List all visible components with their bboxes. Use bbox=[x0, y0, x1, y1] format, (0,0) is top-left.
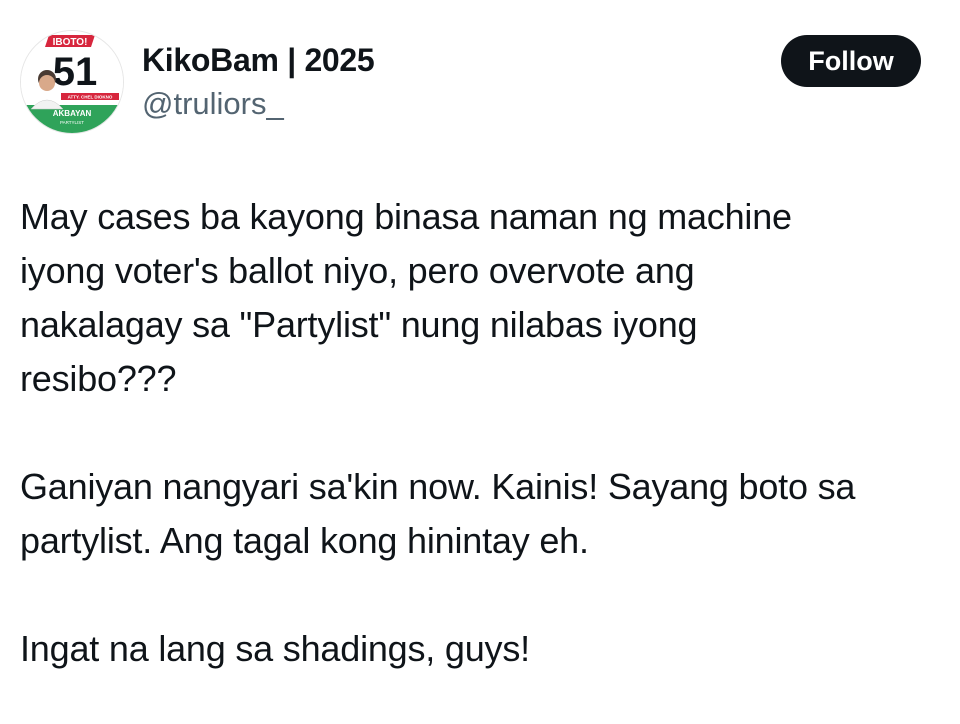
avatar-badge-text: IBOTO! bbox=[53, 37, 88, 48]
avatar-party-text: AKBAYAN bbox=[53, 109, 92, 118]
avatar-name-tag: ATTY. CHEL DIOKNO bbox=[68, 95, 113, 100]
tweet-paragraph: Ingat na lang sa shadings, guys! bbox=[20, 628, 530, 669]
follow-button[interactable]: Follow bbox=[781, 35, 921, 87]
author-avatar[interactable]: IBOTO! 51 ATTY. CHEL DIOKNO AKBAYAN PART… bbox=[20, 30, 124, 134]
author-handle[interactable]: @truliors_ bbox=[142, 84, 284, 124]
avatar-party-sub-text: PARTYLIST bbox=[60, 120, 84, 125]
tweet-paragraph: Ganiyan nangyari sa'kin now. Kainis! Say… bbox=[20, 466, 856, 561]
avatar-number-text: 51 bbox=[53, 50, 98, 94]
tweet-paragraph: May cases ba kayong binasa naman ng mach… bbox=[20, 196, 792, 399]
tweet-text: May cases ba kayong binasa naman ng mach… bbox=[20, 190, 950, 676]
campaign-poster-avatar-icon: IBOTO! 51 ATTY. CHEL DIOKNO AKBAYAN PART… bbox=[21, 31, 123, 133]
author-display-name[interactable]: KikoBam | 2025 bbox=[142, 40, 375, 80]
